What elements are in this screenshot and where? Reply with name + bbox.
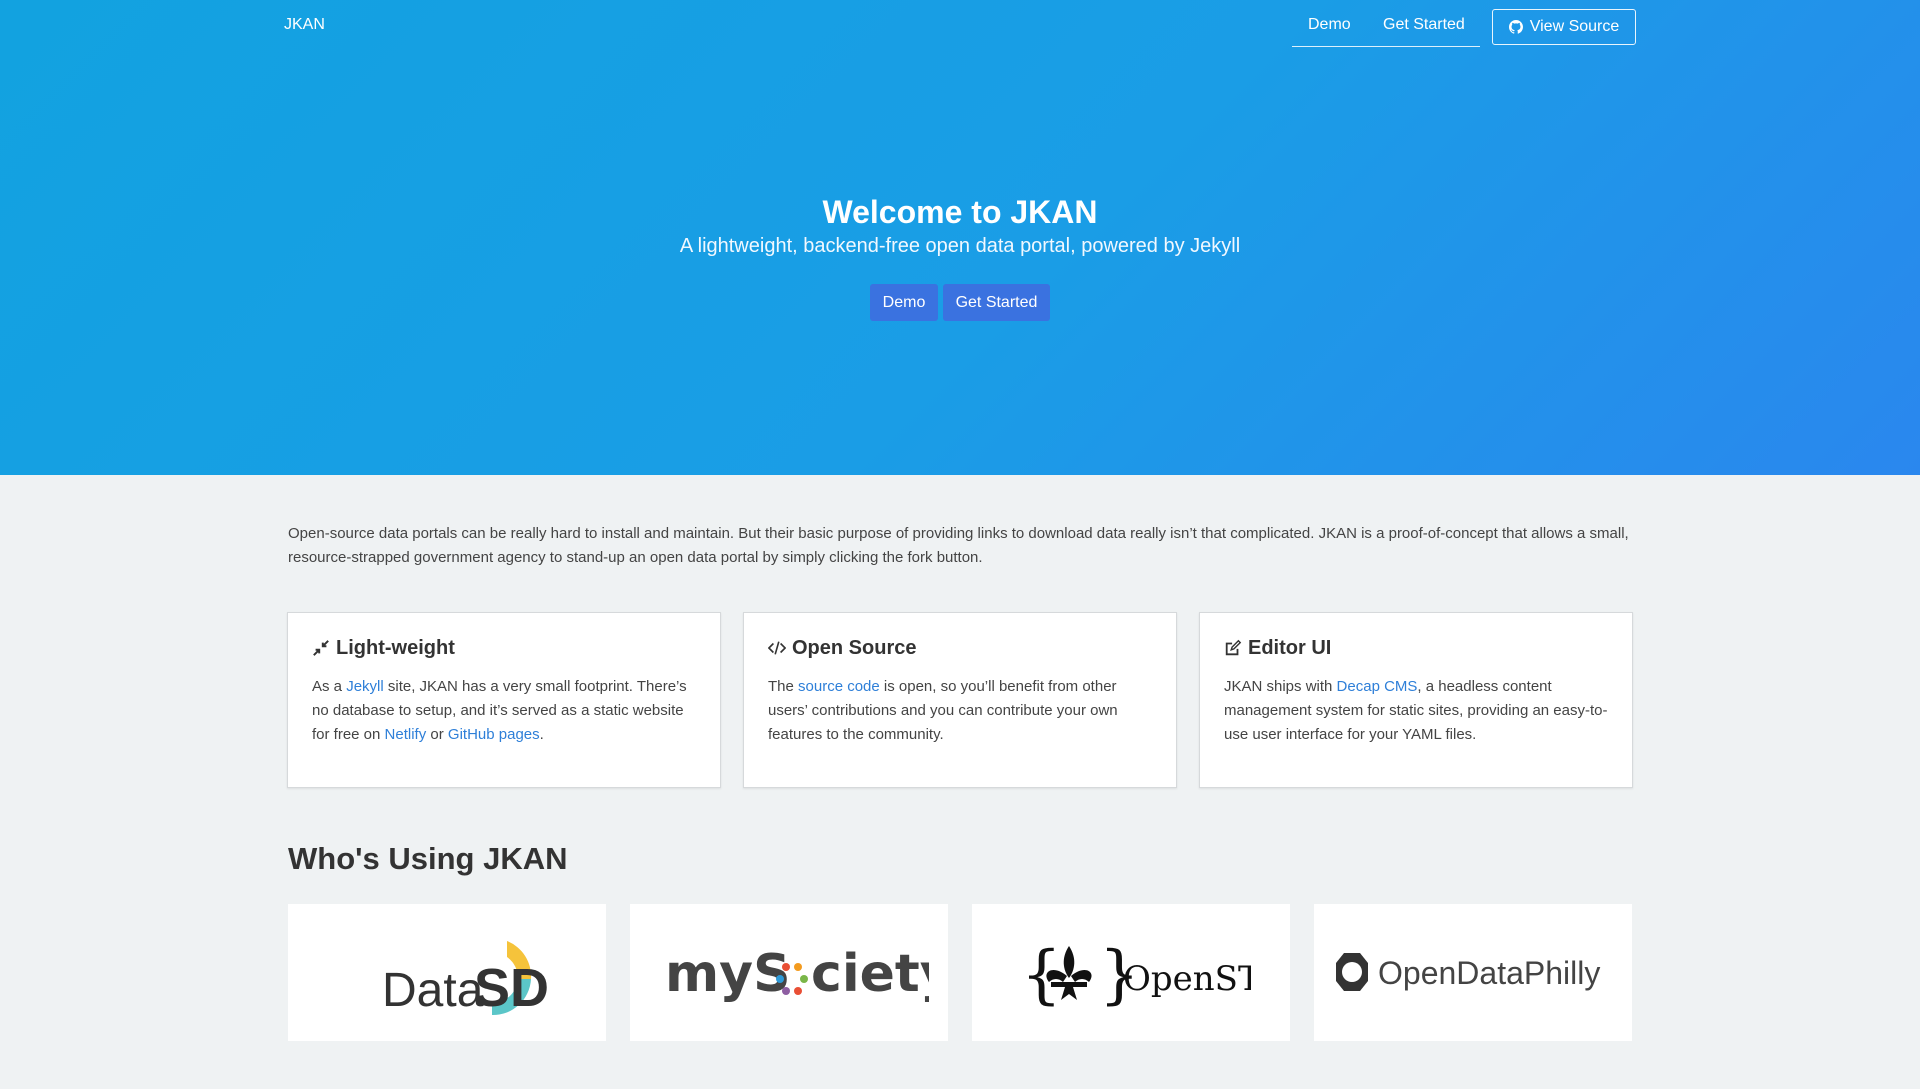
source-code-link[interactable]: source code xyxy=(798,678,880,695)
main-nav: Demo Get Started xyxy=(1292,10,1480,47)
openstl-logo-image: { } OpenSTL xyxy=(1021,938,1251,1012)
feature-card-open-source: Open Source The source code is open, so … xyxy=(743,612,1177,788)
brand-link[interactable]: JKAN xyxy=(284,16,325,34)
mysociety-logo-image: myS ciety xyxy=(665,944,929,1004)
opendataphilly-logo-image: OpenDataPhilly xyxy=(1336,952,1600,991)
svg-text:myS: myS xyxy=(665,944,791,1004)
data-sd-logo[interactable]: Data SD xyxy=(288,904,606,1041)
feature-title: Light-weight xyxy=(312,635,696,661)
hero-title: Welcome to JKAN xyxy=(822,194,1098,230)
feature-title: Editor UI xyxy=(1224,635,1608,661)
data-sd-logo-image: Data SD xyxy=(382,940,549,1018)
opendataphilly-logo[interactable]: OpenDataPhilly xyxy=(1314,904,1632,1041)
svg-text:SD: SD xyxy=(474,958,549,1018)
mysociety-logo[interactable]: myS ciety xyxy=(630,904,948,1041)
view-source-label: View Source xyxy=(1529,18,1620,35)
code-icon xyxy=(768,641,786,655)
edit-icon xyxy=(1225,639,1242,656)
hero-demo-button[interactable]: Demo xyxy=(870,284,938,321)
jekyll-link[interactable]: Jekyll xyxy=(346,678,384,695)
feature-card-editor-ui: Editor UI JKAN ships with Decap CMS, a h… xyxy=(1199,612,1633,788)
feature-text: The source code is open, so you’ll benef… xyxy=(768,678,1118,743)
feature-text: As a Jekyll site, JKAN has a very small … xyxy=(312,678,687,743)
nav-get-started-link[interactable]: Get Started xyxy=(1383,16,1465,34)
compress-icon xyxy=(313,640,329,656)
hero-subtitle: A lightweight, backend-free open data po… xyxy=(679,235,1241,257)
svg-text:ciety: ciety xyxy=(811,944,929,1004)
svg-text:OpenSTL: OpenSTL xyxy=(1123,959,1251,999)
svg-text:Data: Data xyxy=(382,964,484,1017)
view-source-button[interactable]: View Source xyxy=(1492,9,1636,45)
nav-demo-link[interactable]: Demo xyxy=(1308,16,1351,34)
hero-banner: JKAN Demo Get Started View Source Welcom… xyxy=(0,0,1920,475)
whos-using-heading: Who's Using JKAN xyxy=(288,841,568,876)
intro-paragraph: Open-source data portals can be really h… xyxy=(288,525,1629,566)
netlify-link[interactable]: Netlify xyxy=(385,726,427,743)
openstl-logo[interactable]: { } OpenSTL xyxy=(972,904,1290,1041)
svg-text:OpenDataPhilly: OpenDataPhilly xyxy=(1378,955,1600,991)
github-icon xyxy=(1508,20,1523,34)
github-pages-link[interactable]: GitHub pages xyxy=(448,726,540,743)
decap-cms-link[interactable]: Decap CMS xyxy=(1337,678,1418,695)
feature-text: JKAN ships with Decap CMS, a headless co… xyxy=(1224,678,1608,743)
feature-title: Open Source xyxy=(768,635,1152,661)
feature-card-light-weight: Light-weight As a Jekyll site, JKAN has … xyxy=(287,612,721,788)
hero-get-started-button[interactable]: Get Started xyxy=(943,284,1050,321)
